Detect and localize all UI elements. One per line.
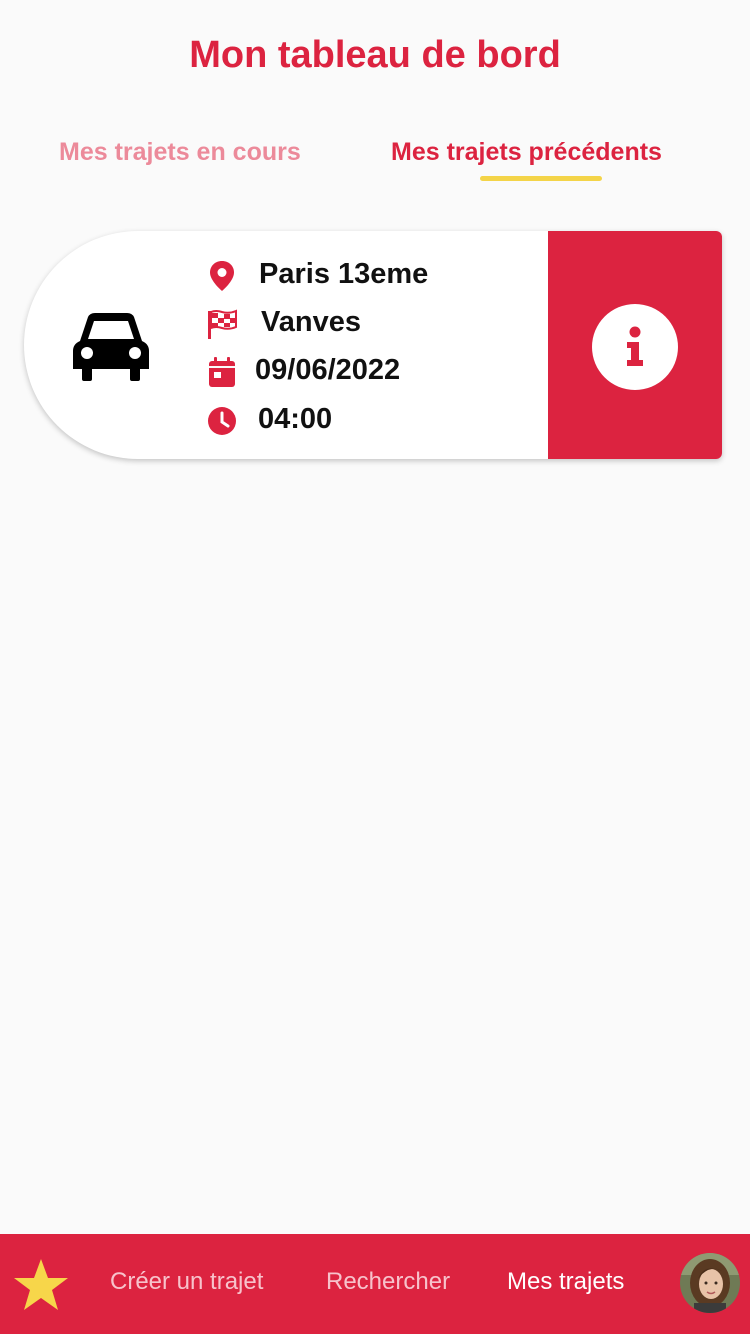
info-icon xyxy=(627,326,643,366)
calendar-icon xyxy=(209,357,235,387)
avatar[interactable] xyxy=(680,1253,740,1313)
clock-icon xyxy=(208,407,236,435)
nav-search[interactable]: Rechercher xyxy=(326,1268,450,1296)
car-icon xyxy=(73,313,149,381)
nav-create-trip[interactable]: Créer un trajet xyxy=(110,1268,263,1296)
trip-details-button[interactable] xyxy=(548,231,722,459)
tab-previous-trips-label: Mes trajets précédents xyxy=(391,138,662,166)
trip-card[interactable]: Paris 13eme Vanves 09/06/2022 04:00 xyxy=(24,231,722,459)
tab-previous-trips[interactable]: Mes trajets précédents xyxy=(391,138,662,181)
location-pin-icon xyxy=(210,261,234,291)
departure-text: Paris 13eme xyxy=(259,258,429,290)
tab-current-trips[interactable]: Mes trajets en cours xyxy=(59,138,301,167)
nav-my-trips[interactable]: Mes trajets xyxy=(507,1268,624,1296)
time-text: 04:00 xyxy=(258,403,333,435)
info-button[interactable] xyxy=(592,304,678,390)
trip-tabs: Mes trajets en cours Mes trajets précéde… xyxy=(0,138,750,188)
star-icon[interactable] xyxy=(13,1258,69,1312)
page-title: Mon tableau de bord xyxy=(189,34,561,76)
arrival-text: Vanves xyxy=(261,306,361,338)
bottom-nav: Créer un trajet Rechercher Mes trajets xyxy=(0,1234,750,1334)
active-tab-indicator xyxy=(480,176,602,181)
checkered-flag-icon xyxy=(208,309,237,339)
avatar-image xyxy=(680,1253,740,1313)
date-text: 09/06/2022 xyxy=(255,354,401,386)
